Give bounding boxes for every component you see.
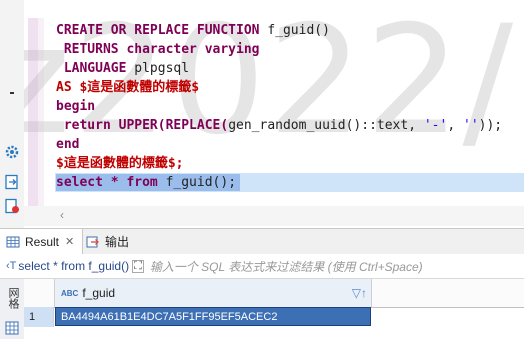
- editor-highlight-bar: [28, 18, 38, 218]
- editor-highlight-bar-secondary: [38, 18, 44, 218]
- code-punctuation: ,: [447, 118, 463, 133]
- filter-icon[interactable]: ▽↑: [352, 286, 367, 300]
- code-dollar-tag: $這是函數體的標籤$;: [56, 156, 184, 171]
- row-number[interactable]: 1: [24, 307, 54, 327]
- query-text[interactable]: select * from f_guid(): [18, 259, 129, 273]
- code-line-3[interactable]: LANGUAGE plpgsql: [56, 59, 189, 78]
- sql-editor[interactable]: z2022/0 CREATE OR REPLACE FUNCTION f_gui…: [0, 0, 524, 228]
- table-cell-f_guid[interactable]: BA4494A61B1E4DC7A5F1FF95EF5ACEC2: [55, 307, 371, 326]
- tab-output[interactable]: 输出: [86, 229, 146, 254]
- code-line-8[interactable]: $這是函數體的標籤$;: [56, 154, 183, 173]
- code-identifier: gen_random_uuid()::text,: [228, 118, 424, 133]
- code-line-5[interactable]: begin: [56, 97, 95, 116]
- text-type-icon: ABC: [61, 288, 79, 298]
- code-keywords: return UPPER(REPLACE(: [56, 118, 229, 133]
- code-line-7[interactable]: end: [56, 135, 79, 154]
- code-identifier: plpgsql: [134, 61, 190, 76]
- row-number-header: [24, 279, 55, 307]
- code-keywords: end: [56, 137, 80, 152]
- close-icon[interactable]: ✕: [65, 235, 74, 248]
- code-line-4[interactable]: AS $這是函數體的標籤$: [56, 78, 199, 97]
- filter-bar: ‹T select * from f_guid() ⛶ 输入一个 SQL 表达式…: [0, 254, 524, 279]
- document-error-icon[interactable]: [4, 198, 20, 214]
- code-keywords: CREATE OR REPLACE FUNCTION: [56, 23, 268, 38]
- output-icon: [86, 236, 99, 247]
- code-keywords: LANGUAGE: [56, 61, 135, 76]
- horizontal-scrollbar[interactable]: [24, 206, 524, 226]
- code-line-9[interactable]: select * from f_guid();: [56, 173, 236, 192]
- code-string: '-': [423, 118, 448, 133]
- grid-view-switcher[interactable]: 网格: [0, 279, 25, 339]
- gear-icon[interactable]: [4, 144, 20, 160]
- code-identifier: f_guid(): [267, 23, 330, 38]
- tab-result-label: Result: [25, 234, 60, 249]
- cursor-marker: [10, 92, 14, 94]
- code-line-1[interactable]: CREATE OR REPLACE FUNCTION f_guid(): [56, 21, 330, 40]
- code-keywords: select * from: [56, 175, 166, 190]
- code-string: '': [463, 118, 479, 133]
- code-keywords: begin: [56, 99, 96, 114]
- filter-input[interactable]: 输入一个 SQL 表达式来过滤结果 (使用 Ctrl+Space): [150, 258, 423, 275]
- column-name: f_guid: [82, 286, 116, 300]
- table-row[interactable]: 1 BA4494A61B1E4DC7A5F1FF95EF5ACEC2: [24, 307, 524, 327]
- code-keywords: RETURNS character varying: [56, 42, 260, 57]
- code-dollar-tag: AS $這是函數體的標籤$: [56, 80, 200, 95]
- result-tabs: Result ✕ 输出: [0, 228, 524, 255]
- grid-view-label[interactable]: 网格: [5, 287, 21, 309]
- code-line-6[interactable]: return UPPER(REPLACE(gen_random_uuid()::…: [56, 116, 502, 135]
- tab-output-label: 输出: [105, 235, 130, 249]
- grid-header: ABC f_guid ▽↑: [24, 279, 524, 308]
- tab-result[interactable]: Result ✕: [0, 229, 83, 254]
- code-identifier: f_guid();: [165, 175, 237, 190]
- code-line-2[interactable]: RETURNS character varying: [56, 40, 260, 59]
- column-header-f_guid[interactable]: ABC f_guid ▽↑: [55, 279, 372, 307]
- scroll-left-icon[interactable]: ‹: [60, 208, 64, 222]
- sql-icon: ‹T: [6, 260, 17, 272]
- grid-empty-area: [24, 327, 524, 339]
- grid-icon: [6, 236, 20, 247]
- table-icon[interactable]: [5, 321, 19, 335]
- export-icon[interactable]: [4, 174, 20, 190]
- code-punctuation: ));: [478, 118, 503, 133]
- editor-gutter: [0, 0, 24, 228]
- expand-icon[interactable]: ⛶: [132, 259, 144, 273]
